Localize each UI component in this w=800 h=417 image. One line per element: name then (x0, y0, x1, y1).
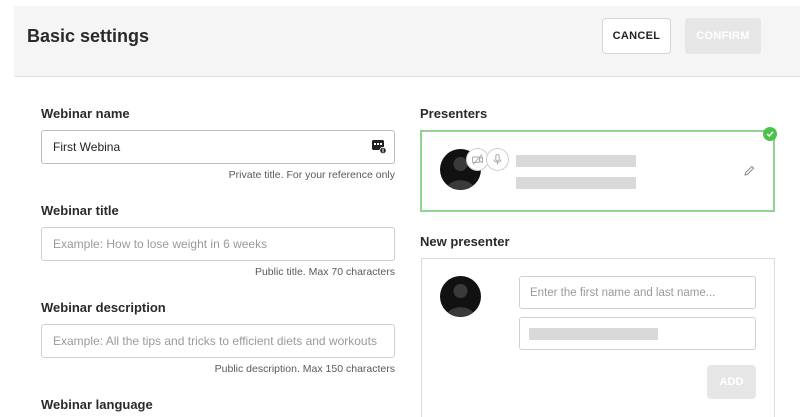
microphone-icon[interactable] (486, 148, 509, 171)
webinar-title-hint: Public title. Max 70 characters (254, 266, 395, 278)
webinar-description-input[interactable] (41, 324, 395, 358)
presenter-name-placeholder (516, 155, 636, 167)
webinar-description-hint: Public description. Max 150 characters (214, 363, 395, 375)
page-title: Basic settings (27, 26, 150, 46)
cancel-button[interactable]: CANCEL (602, 18, 671, 54)
webinar-name-hint: Private title. For your reference only (228, 169, 395, 181)
webinar-description-label: Webinar description (41, 300, 166, 315)
presenter-name-input[interactable] (519, 276, 756, 309)
presenter-email-placeholder-bar (529, 328, 658, 340)
new-presenter-avatar (440, 276, 481, 317)
new-presenter-label: New presenter (420, 234, 510, 249)
confirm-button[interactable]: CONFIRM (685, 18, 761, 54)
add-presenter-button[interactable]: ADD (707, 365, 756, 399)
webinar-language-label: Webinar language (41, 397, 153, 412)
webinar-name-label: Webinar name (41, 106, 130, 121)
presenter-email-input[interactable] (519, 317, 756, 350)
presenter-email-placeholder (516, 177, 636, 189)
pencil-icon[interactable] (742, 164, 756, 178)
presenters-label: Presenters (420, 106, 488, 121)
webinar-title-input[interactable] (41, 227, 395, 261)
webinar-title-label: Webinar title (41, 203, 119, 218)
check-icon (763, 127, 777, 141)
webinar-name-input[interactable] (41, 130, 395, 164)
edit-tools-icon[interactable] (372, 139, 386, 154)
